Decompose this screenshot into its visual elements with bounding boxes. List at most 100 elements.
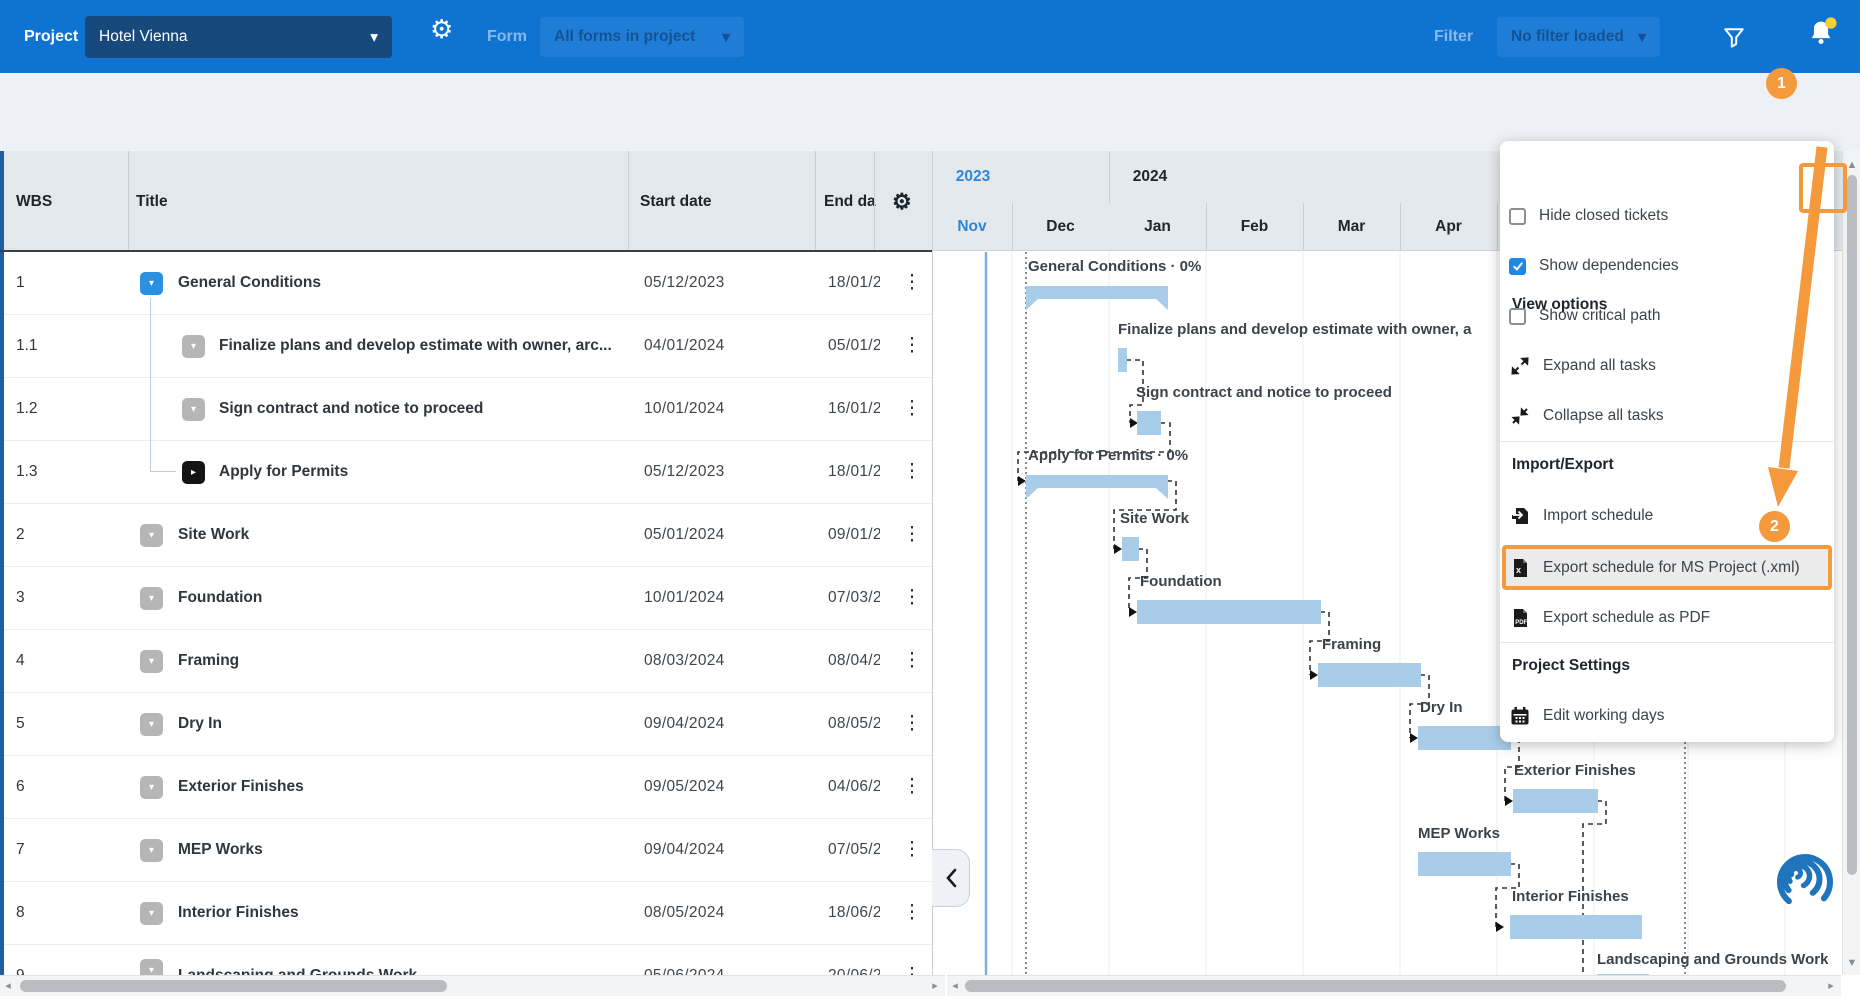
table-row[interactable]: 1.1 ▾ Finalize plans and develop estimat… [4,315,932,378]
tree-connector-line [150,298,151,472]
row-end-date: 04/06/2 [828,756,880,818]
checkbox-unchecked-icon[interactable] [1509,208,1526,225]
gantt-bar-label: Framing [1322,636,1381,658]
row-menu-kebab-icon[interactable]: ⋮ [902,441,922,503]
row-start-date: 09/04/2024 [644,693,725,755]
menu-item-export-ms-project-xml[interactable]: x Export schedule for MS Project (.xml) [1500,545,1834,590]
row-menu-kebab-icon[interactable]: ⋮ [902,378,922,440]
row-menu-kebab-icon[interactable]: ⋮ [902,882,922,944]
row-title: Foundation [178,567,628,629]
row-wbs: 7 [16,819,25,881]
menu-item-edit-working-days[interactable]: Edit working days [1500,694,1834,738]
menu-item-export-pdf[interactable]: PDF Export schedule as PDF [1500,596,1834,640]
project-select-value: Hotel Vienna [99,28,187,46]
table-header: WBS Title Start date End da ⚙ [4,151,932,252]
row-menu-kebab-icon[interactable]: ⋮ [902,819,922,881]
collapse-row-icon[interactable]: ▾ [182,398,205,421]
row-title: Interior Finishes [178,882,628,944]
table-row[interactable]: 9 ▾ Landscaping and Grounds Work 05/06/2… [4,945,932,975]
menu-section-title: Project Settings [1512,657,1630,675]
schedule-toolbar: + Create phase View Schedule ▾ Schedule … [0,73,1860,151]
scrollbar-thumb[interactable] [20,980,447,992]
row-menu-kebab-icon[interactable]: ⋮ [902,315,922,377]
collapse-row-icon[interactable]: ▾ [140,776,163,799]
scroll-left-icon[interactable]: ◂ [2,976,14,996]
collapse-row-icon[interactable]: ▾ [140,713,163,736]
table-row[interactable]: 5 ▾ Dry In 09/04/2024 08/05/2 ⋮ [4,693,932,756]
tree-connector-elbow [150,471,176,472]
gantt-month: Apr [1400,203,1497,251]
row-start-date: 09/04/2024 [644,819,725,881]
project-select[interactable]: Hotel Vienna ▾ [85,16,392,58]
menu-item-show-dependencies[interactable]: Show dependencies [1500,244,1834,288]
scroll-down-icon[interactable]: ▼ [1843,953,1860,973]
scrollbar-thumb[interactable] [965,980,1786,992]
scrollbar-thumb[interactable] [1847,175,1857,875]
collapse-row-icon[interactable]: ▾ [140,272,163,295]
table-row[interactable]: 2 ▾ Site Work 05/01/2024 09/01/2 ⋮ [4,504,932,567]
notifications-bell-icon[interactable] [1804,16,1838,50]
collapse-row-icon[interactable]: ▾ [140,839,163,862]
table-row[interactable]: 4 ▾ Framing 08/03/2024 08/04/2 ⋮ [4,630,932,693]
table-row[interactable]: 1.2 ▾ Sign contract and notice to procee… [4,378,932,441]
gantt-bar-label: Apply for Permits · 0% [1028,447,1188,469]
step-badge-2: 2 [1759,511,1790,542]
column-settings-gear-icon[interactable]: ⚙ [892,151,912,252]
row-menu-kebab-icon[interactable]: ⋮ [902,252,922,314]
scroll-right-icon[interactable]: ▸ [929,976,941,996]
filter-funnel-icon[interactable] [1722,26,1746,50]
row-end-date: 08/04/2 [828,630,880,692]
table-horizontal-scrollbar[interactable]: ◂ ▸ [0,975,945,996]
collapse-table-panel-button[interactable] [932,849,970,907]
row-start-date: 10/01/2024 [644,378,725,440]
summary-bar [1026,286,1168,299]
menu-item-hide-closed-tickets[interactable]: Hide closed tickets [1500,194,1834,238]
gantt-vertical-scrollbar[interactable]: ▲ ▼ [1842,151,1860,975]
expand-row-icon[interactable]: ▸ [182,461,205,484]
menu-item-show-critical-path[interactable]: Show critical path [1500,294,1834,338]
task-bar [1513,789,1598,813]
form-select-disabled[interactable]: All forms in project ▾ [540,17,744,57]
table-row[interactable]: 8 ▾ Interior Finishes 08/05/2024 18/06/2… [4,882,932,945]
checkbox-checked-icon[interactable] [1509,258,1526,275]
row-start-date: 05/12/2023 [644,441,725,503]
project-label: Project [24,0,78,73]
chevron-down-icon: ▾ [1638,28,1646,47]
collapse-row-icon[interactable]: ▾ [182,335,205,358]
table-row[interactable]: 7 ▾ MEP Works 09/04/2024 07/05/2 ⋮ [4,819,932,882]
checkbox-unchecked-icon[interactable] [1509,308,1526,325]
table-row[interactable]: 3 ▾ Foundation 10/01/2024 07/03/2 ⋮ [4,567,932,630]
table-row[interactable]: 1 ▾ General Conditions 05/12/2023 18/01/… [4,252,932,315]
menu-item-expand-all-tasks[interactable]: Expand all tasks [1500,344,1834,388]
gantt-horizontal-scrollbar[interactable]: ◂ ▸ [947,975,1841,996]
calendar-icon [1510,706,1530,726]
header-divider [0,250,932,252]
row-wbs: 3 [16,567,25,629]
row-end-date: 07/05/2 [828,819,880,881]
task-bar [1122,537,1139,561]
row-menu-kebab-icon[interactable]: ⋮ [902,756,922,818]
table-row[interactable]: 6 ▾ Exterior Finishes 09/05/2024 04/06/2… [4,756,932,819]
filter-select-disabled[interactable]: No filter loaded ▾ [1497,17,1660,57]
form-select-value: All forms in project [554,28,695,46]
project-settings-gear-icon[interactable]: ⚙ [430,14,453,45]
row-menu-kebab-icon[interactable]: ⋮ [902,630,922,692]
row-wbs: 5 [16,693,25,755]
col-header-title: Title [136,151,168,252]
row-menu-kebab-icon[interactable]: ⋮ [902,504,922,566]
chat-widget-logo[interactable] [1774,851,1836,913]
table-row[interactable]: 1.3 ▸ Apply for Permits 05/12/2023 18/01… [4,441,932,504]
chevron-down-icon: ▾ [370,28,378,47]
filter-label: Filter [1434,0,1473,73]
row-menu-kebab-icon[interactable]: ⋮ [902,567,922,629]
scroll-right-icon[interactable]: ▸ [1825,976,1837,996]
scroll-left-icon[interactable]: ◂ [949,976,961,996]
collapse-row-icon[interactable]: ▾ [140,902,163,925]
collapse-row-icon[interactable]: ▾ [140,524,163,547]
collapse-row-icon[interactable]: ▾ [140,587,163,610]
collapse-row-icon[interactable]: ▾ [140,650,163,673]
task-bar [1137,411,1161,435]
menu-item-collapse-all-tasks[interactable]: Collapse all tasks [1500,394,1834,438]
row-title: MEP Works [178,819,628,881]
row-menu-kebab-icon[interactable]: ⋮ [902,693,922,755]
